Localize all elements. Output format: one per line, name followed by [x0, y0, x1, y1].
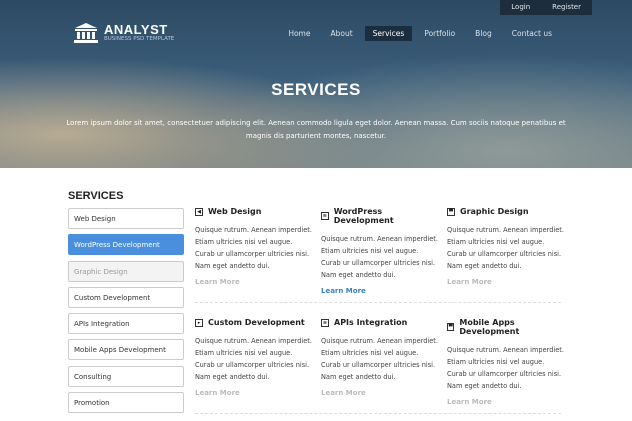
card-title: WordPress Development — [333, 207, 394, 225]
shop-icon: ▀ — [447, 323, 455, 331]
card-title: APIs Integration — [334, 318, 408, 327]
logo-name: ANALYST — [104, 22, 168, 37]
login-link[interactable]: Login — [500, 0, 541, 15]
learn-more-link[interactable]: Learn More — [447, 398, 565, 406]
hero-description: Lorem ipsum dolor sit amet, consectetuer… — [66, 119, 566, 140]
sidebar-item-apis[interactable]: APIs Integration — [68, 313, 184, 335]
learn-more-link[interactable]: Learn More — [321, 389, 439, 397]
register-link[interactable]: Register — [541, 0, 592, 15]
service-card: ▸ Custom Development Quisque rutrum. Aenea… — [195, 318, 313, 397]
play-box-icon: ▸ — [195, 318, 203, 327]
service-card: ▀ Mobile Apps Development Quisque rutrum. … — [447, 318, 565, 406]
page-title: SERVICES — [271, 80, 361, 99]
nav-home[interactable]: Home — [280, 26, 318, 41]
service-card: ≡ WordPress Development Quisque rutrum. Ae… — [321, 207, 439, 295]
nav-blog[interactable]: Blog — [467, 26, 500, 41]
learn-more-link[interactable]: Learn More — [321, 287, 439, 295]
shop-icon: ▀ — [447, 207, 455, 216]
sidebar-item-mobile-apps[interactable]: Mobile Apps Development — [68, 339, 184, 361]
logo[interactable]: ANALYST BUSINESS PSD TEMPLATE — [74, 22, 174, 44]
sidebar-title: SERVICES — [68, 190, 124, 202]
nav-contact[interactable]: Contact us — [504, 26, 560, 41]
nav-services[interactable]: Services — [364, 26, 413, 41]
main-nav: Home About Services Portfolio Blog Conta… — [280, 26, 560, 41]
learn-more-link[interactable]: Learn More — [195, 278, 313, 286]
services-sidebar: SERVICES Web Design WordPress Developmen… — [68, 190, 184, 418]
nav-about[interactable]: About — [322, 26, 360, 41]
divider — [195, 302, 561, 303]
nav-portfolio[interactable]: Portfolio — [416, 26, 463, 41]
sidebar-item-wordpress[interactable]: WordPress Development — [68, 234, 184, 256]
service-card: ◀ Web Design Quisque rutrum. Aenean imperd… — [195, 207, 313, 286]
divider — [195, 413, 561, 414]
card-text: Quisque rutrum. Aenean imperdiet. Etiam … — [321, 235, 438, 279]
logo-tagline: BUSINESS PSD TEMPLATE — [104, 36, 175, 42]
card-text: Quisque rutrum. Aenean imperdiet. Etiam … — [321, 337, 438, 381]
sidebar-item-custom-development[interactable]: Custom Development — [68, 286, 184, 308]
hero-banner: Login Register ANALYST BUSINESS PSD TEMPL… — [0, 0, 632, 168]
account-bar: Login Register — [500, 0, 592, 15]
document-icon: ≡ — [321, 318, 329, 327]
sidebar-item-web-design[interactable]: Web Design — [68, 208, 184, 229]
service-card: ≡ APIs Integration Quisque rutrum. Aenean … — [321, 318, 439, 397]
service-card: ▀ Graphic Design Quisque rutrum. Aenean im… — [447, 207, 565, 286]
card-title: Graphic Design — [460, 207, 529, 216]
card-text: Quisque rutrum. Aenean imperdiet. Etiam … — [195, 226, 312, 270]
card-title: Web Design — [208, 207, 262, 216]
megaphone-icon: ◀ — [195, 207, 203, 216]
learn-more-link[interactable]: Learn More — [447, 278, 565, 286]
sidebar-item-promotion[interactable]: Promotion — [68, 392, 184, 414]
card-title: Custom Development — [208, 318, 305, 327]
learn-more-link[interactable]: Learn More — [195, 389, 313, 397]
bank-icon — [74, 23, 98, 43]
sidebar-item-consulting[interactable]: Consulting — [68, 365, 184, 387]
card-text: Quisque rutrum. Aenean imperdiet. Etiam … — [195, 337, 312, 381]
card-text: Quisque rutrum. Aenean imperdiet. Etiam … — [447, 226, 564, 270]
document-icon: ≡ — [321, 212, 329, 220]
card-text: Quisque rutrum. Aenean imperdiet. Etiam … — [447, 346, 564, 390]
sidebar-item-graphic-design[interactable]: Graphic Design — [68, 260, 184, 282]
card-title: Mobile Apps Development — [459, 318, 520, 336]
